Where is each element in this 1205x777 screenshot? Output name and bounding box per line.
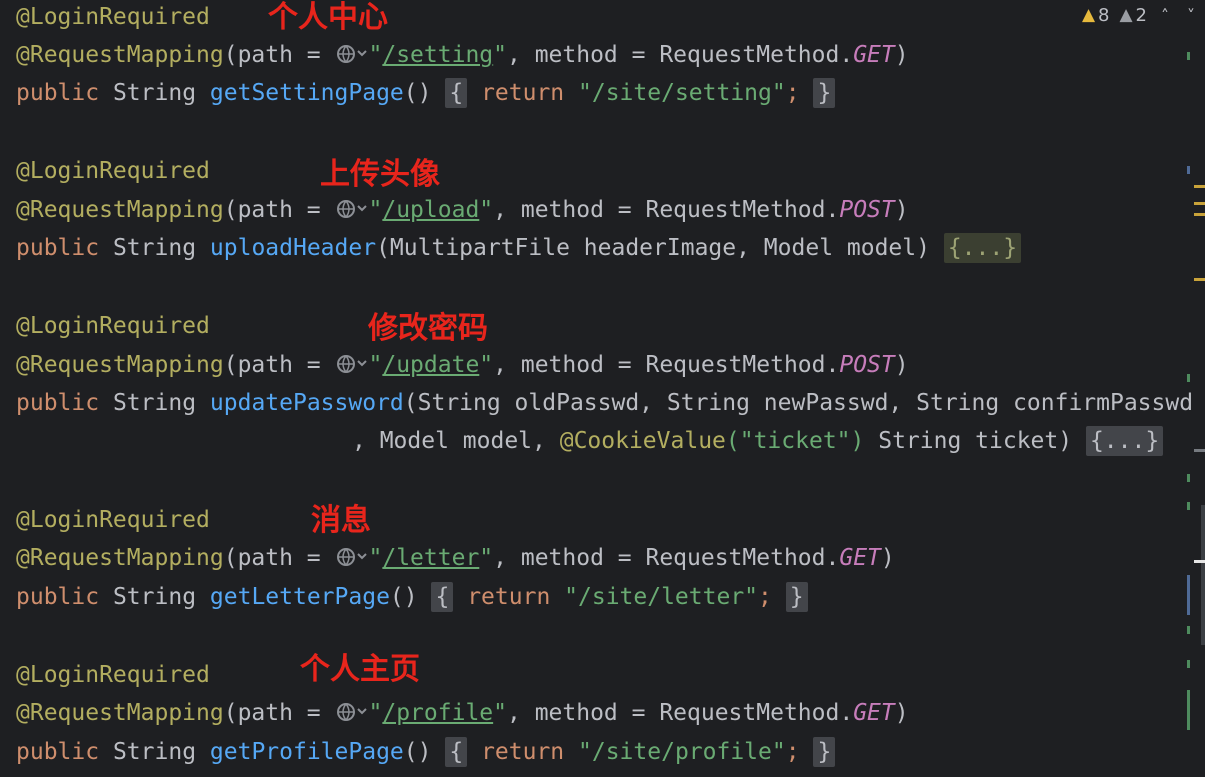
request-mapping-line: @RequestMapping(path = "/setting", metho… — [16, 41, 909, 68]
folded-body[interactable]: {...} — [1085, 426, 1164, 456]
request-mapping-line: @RequestMapping(path = "/letter", method… — [16, 544, 895, 571]
request-mapping-line: @RequestMapping(path = "/upload", method… — [16, 196, 909, 223]
chevron-up-icon[interactable]: ˄ — [1157, 6, 1173, 25]
method-signature-continued: , Model model, @CookieValue("ticket") St… — [352, 424, 1164, 458]
label-profile-home: 个人主页 — [300, 652, 420, 687]
globe-icon[interactable] — [335, 196, 369, 218]
globe-icon[interactable] — [335, 41, 369, 63]
code-editor[interactable]: @LoginRequired 个人中心 @RequestMapping(path… — [0, 0, 1205, 777]
request-mapping-line: @RequestMapping(path = "/update", method… — [16, 351, 909, 378]
annotation-login-required: @LoginRequired — [16, 507, 210, 533]
label-upload-avatar: 上传头像 — [320, 157, 440, 192]
annotation-login-required: @LoginRequired — [16, 158, 210, 184]
warning-icon: ▲ — [1081, 5, 1096, 25]
fold-close-brace[interactable]: } — [785, 582, 808, 612]
globe-icon[interactable] — [335, 699, 369, 721]
annotation-login-required: @LoginRequired — [16, 4, 210, 30]
globe-icon[interactable] — [335, 544, 369, 566]
chevron-down-icon[interactable]: ˅ — [1183, 6, 1199, 25]
weak-warnings-counter[interactable]: ▲ 2 — [1119, 5, 1147, 26]
label-personal-center: 个人中心 — [268, 0, 388, 35]
label-change-password: 修改密码 — [368, 311, 488, 346]
fold-open-brace[interactable]: { — [431, 582, 454, 612]
method-signature: public String getLetterPage() { return "… — [16, 580, 808, 614]
weak-warning-icon: ▲ — [1119, 5, 1133, 25]
method-signature: public String getProfilePage() { return … — [16, 735, 836, 769]
method-signature: public String uploadHeader(MultipartFile… — [16, 231, 1022, 265]
folded-body[interactable]: {...} — [943, 233, 1022, 263]
fold-open-brace[interactable]: { — [445, 78, 468, 108]
warnings-counter[interactable]: ▲ 8 — [1082, 5, 1110, 26]
annotation-login-required: @LoginRequired — [16, 662, 210, 688]
fold-close-brace[interactable]: } — [813, 78, 836, 108]
request-mapping-line: @RequestMapping(path = "/profile", metho… — [16, 699, 909, 726]
fold-open-brace[interactable]: { — [445, 737, 468, 767]
annotation-login-required: @LoginRequired — [16, 313, 210, 339]
method-signature: public String updatePassword(String oldP… — [16, 390, 1194, 416]
fold-close-brace[interactable]: } — [813, 737, 836, 767]
inspections-widget[interactable]: ▲ 8 ▲ 2 ˄ ˅ — [1082, 0, 1205, 30]
label-messages: 消息 — [311, 503, 371, 538]
globe-icon[interactable] — [335, 351, 369, 373]
method-signature: public String getSettingPage() { return … — [16, 76, 836, 110]
